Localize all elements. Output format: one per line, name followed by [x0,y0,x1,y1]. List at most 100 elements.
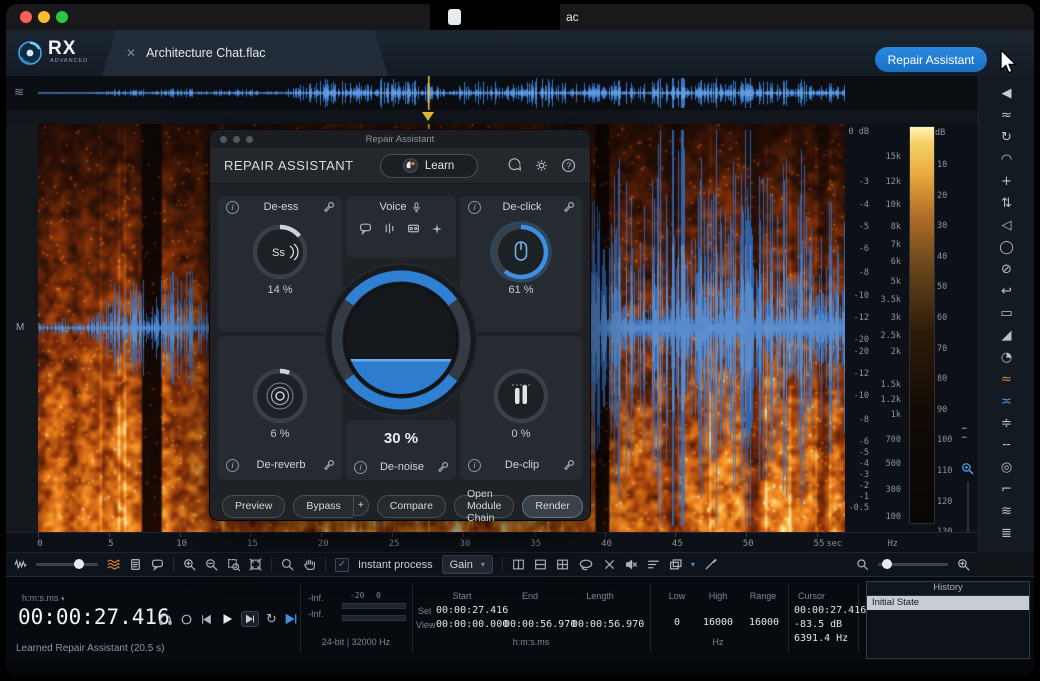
file-tab[interactable]: ✕ Architecture Chat.flac [102,30,388,76]
vertical-zoom-in-icon[interactable] [961,462,974,475]
target-icon[interactable]: ◎ [979,456,1034,478]
info-icon[interactable]: i [468,201,481,214]
layers-icon[interactable] [669,558,682,571]
mute-selection-icon[interactable] [625,558,638,571]
zoom-in-icon[interactable] [183,558,196,571]
de-noise-main-knob[interactable] [323,262,479,418]
repair-assistant-panel[interactable]: Repair Assistant REPAIR ASSISTANT Learn … [210,130,590,520]
play-button[interactable] [220,612,234,626]
skip-back-button[interactable] [200,613,213,626]
ramp-icon[interactable]: ◢ [979,324,1034,346]
hand-tool-icon[interactable] [303,558,316,571]
wrench-icon[interactable] [563,460,574,471]
bypass-button[interactable]: Bypass [293,495,352,518]
panel-window-buttons[interactable] [220,136,253,143]
view-split-horizontal-icon[interactable] [534,558,547,571]
open-module-chain-button[interactable]: Open Module Chain [454,495,514,518]
layers-dropdown-icon[interactable]: ▾ [691,560,695,569]
delete-selection-icon[interactable] [603,558,616,571]
deconstruct-icon[interactable]: ⊘ [979,258,1034,280]
tape-icon[interactable] [407,222,420,235]
tab-close-icon[interactable]: ✕ [126,46,136,60]
learn-button[interactable]: Learn [380,154,478,178]
bypass-button-group[interactable]: Bypass + [293,495,368,518]
record-button[interactable] [180,613,193,626]
view-grid-icon[interactable] [556,558,569,571]
notes-icon[interactable] [129,558,142,571]
instant-process-label[interactable]: Instant process [358,559,433,571]
zoom-fit-icon[interactable] [249,558,262,571]
bypass-plus-button[interactable]: + [353,495,369,516]
selection-tool-icon[interactable]: ◀ [979,82,1034,104]
waveform-scale-icon[interactable] [14,558,27,571]
waves-icon[interactable]: ≋ [979,500,1034,522]
loop-button[interactable]: ↻ [266,611,277,627]
follow-playhead-button[interactable] [284,612,298,626]
minimize-window-button[interactable] [38,11,50,23]
process-select[interactable]: Gain ▾ [442,555,493,574]
close-window-button[interactable] [20,11,32,23]
overview-waveform-canvas[interactable] [38,76,845,110]
info-icon[interactable]: i [354,461,367,474]
lasso-tool-icon[interactable] [578,558,594,572]
horizontal-zoom-slider[interactable] [878,563,948,566]
feedback-icon[interactable] [507,158,522,173]
compare-button[interactable]: Compare [377,495,446,518]
wrench-icon[interactable] [323,460,334,471]
playhead-marker-row[interactable] [6,110,978,124]
info-icon[interactable]: i [468,459,481,472]
overview-options-icon[interactable]: ≋ [14,85,24,99]
mic-icon[interactable] [411,201,422,213]
panel-titlebar[interactable]: Repair Assistant [210,130,590,148]
help-icon[interactable]: ? [561,158,576,173]
eq-bars-icon[interactable] [383,222,396,235]
frame-select-icon[interactable]: ▭ [979,302,1034,324]
waveform-overview[interactable]: ≋ [6,76,978,111]
vertical-zoom-control[interactable]: ╍╍ [958,124,978,532]
loop-playback-icon[interactable]: ↻ [979,126,1034,148]
clock-icon[interactable]: ◔ [979,346,1034,368]
info-icon[interactable]: i [226,459,239,472]
history-item[interactable]: Initial State [867,596,1029,610]
current-time-display[interactable]: 00:00:27.416 [18,605,170,629]
swap-channels-icon[interactable]: ⇅ [979,192,1034,214]
fade-curve-icon[interactable]: ◠ [979,148,1034,170]
spectrogram-blend-icon[interactable] [107,558,120,571]
brush-tool-icon[interactable] [704,558,717,571]
waveform-view-icon[interactable]: ≈ [979,104,1034,126]
settings-gear-icon[interactable] [534,158,549,173]
ambience-match-icon[interactable]: ≈ [979,368,1034,390]
monitor-icon[interactable] [158,613,173,626]
zoom-window-button[interactable] [56,11,68,23]
info-icon[interactable]: i [226,201,239,214]
view-split-vertical-icon[interactable] [512,558,525,571]
voice-label[interactable]: Voice [380,201,407,213]
time-format-label[interactable]: h:m:s.ms ▾ [22,593,65,603]
hzoom-in-icon[interactable] [957,558,970,571]
wrench-icon[interactable] [323,202,334,213]
comments-icon[interactable] [151,558,164,571]
skip-forward-button[interactable] [241,611,259,627]
fade-lines-icon[interactable] [647,558,660,571]
instant-process-checkbox[interactable]: ✓ [335,558,349,572]
repair-assistant-button[interactable]: Repair Assistant [875,47,987,72]
render-button[interactable]: Render [522,495,582,518]
sparkle-icon[interactable] [431,222,443,235]
zoom-out-icon[interactable] [205,558,218,571]
wrench-icon[interactable] [563,202,574,213]
magnifier-tool-icon[interactable] [281,558,294,571]
preview-button[interactable]: Preview [222,495,285,518]
crosshair-icon[interactable]: + [979,170,1034,192]
corner-select-icon[interactable]: ⌐ [979,478,1034,500]
dashed-tool-icon[interactable]: ╌ [979,434,1034,456]
ellipse-select-icon[interactable]: ◯ [979,236,1034,258]
dialogue-icon[interactable] [359,222,372,235]
blend-slider[interactable] [36,563,98,566]
hzoom-out-icon[interactable] [856,558,869,571]
wrench-icon[interactable] [437,462,448,473]
zoom-selection-icon[interactable] [227,558,240,571]
stairs-icon[interactable]: ≣ [979,522,1034,544]
hook-select-icon[interactable]: ↩ [979,280,1034,302]
eq-match-icon[interactable]: ≍ [979,390,1034,412]
playhead-marker-icon[interactable] [422,112,434,121]
